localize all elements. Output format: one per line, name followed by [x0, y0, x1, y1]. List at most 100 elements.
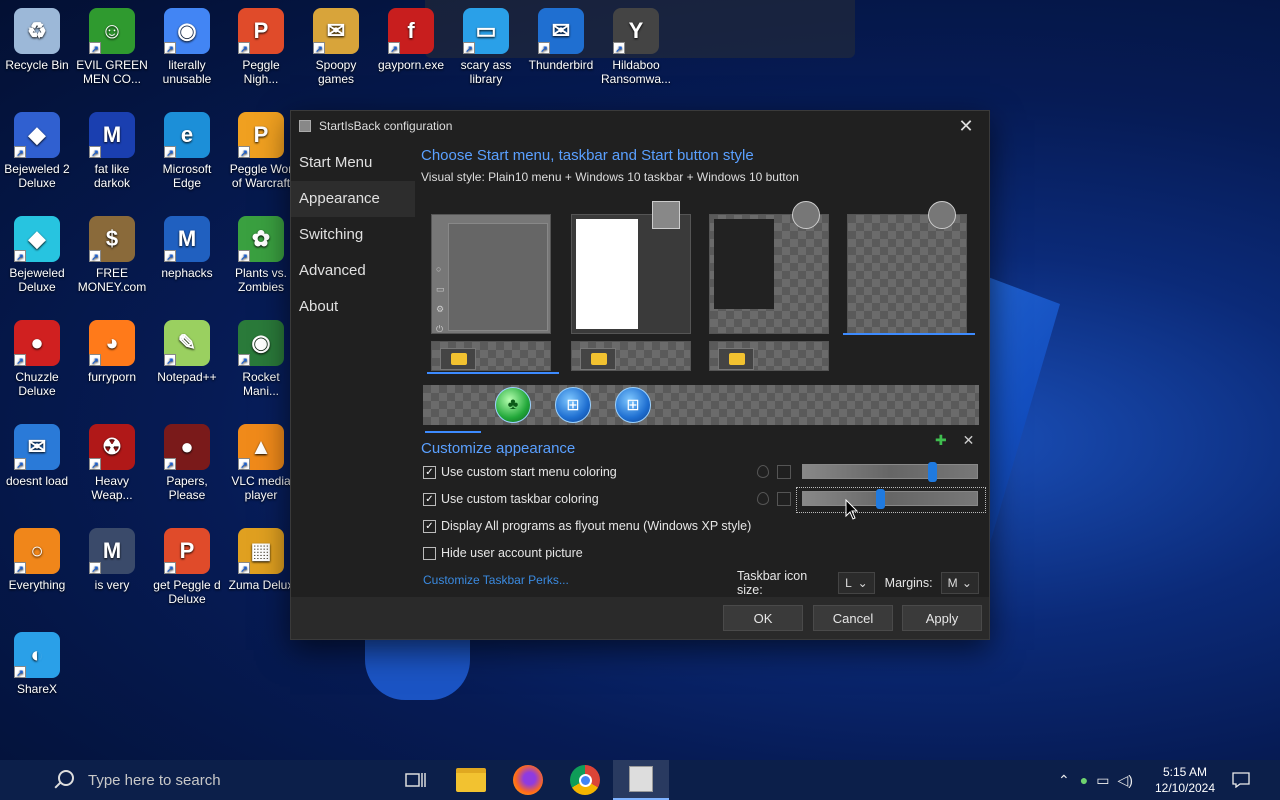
desktop-icon-free-money[interactable]: $ ↗ FREE MONEY.com [75, 216, 149, 294]
desktop-icon-literally-unusable[interactable]: ◉ ↗ literally unusable [150, 8, 224, 86]
desktop-icon-everything[interactable]: ○ ↗ Everything [0, 528, 74, 592]
taskbar-chrome[interactable] [557, 760, 613, 800]
nav-appearance[interactable]: Appearance [291, 181, 415, 217]
show-hidden-icons-chevron-up-icon[interactable]: ⌃ [1058, 772, 1070, 789]
desktop-icon-label: literally unusable [162, 58, 212, 86]
start-orb-custom[interactable]: ♣ [495, 387, 531, 423]
desktop-icon-sharex[interactable]: ◐ ↗ ShareX [0, 632, 74, 696]
ok-button[interactable]: OK [723, 605, 803, 631]
desktop-icon-papers-please[interactable]: ● ↗ Papers, Please [150, 424, 224, 502]
desktop-icon-bejeweled-2[interactable]: ◆ ↗ Bejeweled 2 Deluxe [0, 112, 74, 190]
desktop-icon-nephacks[interactable]: M ↗ nephacks [150, 216, 224, 280]
slider-thumb[interactable] [928, 462, 937, 482]
taskbar-style-windows10[interactable] [431, 341, 551, 371]
checkbox-box[interactable]: ✓ [423, 492, 436, 506]
checkbox-box[interactable]: ✓ [423, 465, 436, 479]
start-menu-opacity-slider[interactable] [802, 462, 978, 482]
taskbar-style-windows8[interactable] [709, 341, 829, 371]
selected-orb-indicator [425, 431, 481, 433]
desktop-icon-peggle-nights[interactable]: P ↗ Peggle Nigh... [224, 8, 298, 86]
shortcut-arrow-icon: ↗ [238, 146, 250, 158]
shortcut-arrow-icon: ↗ [89, 354, 101, 366]
taskbar-clock[interactable]: 5:15 AM 12/10/2024 [1150, 764, 1220, 796]
checkbox-custom-taskbar-coloring[interactable]: ✓ Use custom taskbar coloring [423, 492, 599, 506]
fat-like-darkok-icon: M ↗ [89, 112, 135, 158]
cancel-button[interactable]: Cancel [813, 605, 893, 631]
checkbox-box[interactable]: ✓ [423, 519, 436, 533]
desktop-icon-evil-green-men[interactable]: ☺ ↗ EVIL GREEN MEN CO... [75, 8, 149, 86]
desktop-icon-zuma-deluxe[interactable]: ▦ ↗ Zuma Delux [224, 528, 298, 592]
section-title: Choose Start menu, taskbar and Start but… [421, 147, 754, 164]
desktop-icon-microsoft-edge[interactable]: e ↗ Microsoft Edge [150, 112, 224, 190]
close-button[interactable]: ✕ [943, 111, 989, 141]
desktop-icon-fat-like-darkok[interactable]: M ↗ fat like darkok [75, 112, 149, 190]
search-icon [58, 770, 74, 786]
desktop-icon-recycle-bin[interactable]: ♻ Recycle Bin [0, 8, 74, 72]
people-icon[interactable]: ● [1080, 772, 1088, 788]
taskbar-icon-size-select[interactable]: L ⌄ [838, 572, 875, 594]
nav-start-menu[interactable]: Start Menu [291, 145, 415, 181]
taskbar-startisback-config[interactable] [613, 760, 669, 800]
desktop-icon-label: fat like darkok [93, 162, 131, 190]
desktop-icon-plants-vs-zombies[interactable]: ✿ ↗ Plants vs. Zombies [224, 216, 298, 294]
color-swatch[interactable] [777, 492, 791, 506]
desktop-icon-thunderbird[interactable]: ✉ ↗ Thunderbird [524, 8, 598, 72]
desktop-icon-get-peggle-deluxe[interactable]: P ↗ get Peggle d Deluxe [150, 528, 224, 606]
startisback-config-dialog: StartIsBack configuration ✕ Start Menu A… [290, 110, 990, 640]
desktop-icon-is-very[interactable]: M ↗ is very [75, 528, 149, 592]
add-orb-icon[interactable]: ✚ [935, 432, 947, 448]
desktop-icon-peggle-wow[interactable]: P ↗ Peggle Wor of Warcraft [224, 112, 298, 190]
style-thumb-plain10[interactable]: ○ ▭ ⚙ ⏻ [431, 214, 551, 334]
desktop-icon-rocket-mania[interactable]: ◉ ↗ Rocket Mani... [224, 320, 298, 398]
desktop-icon-vlc[interactable]: ▲ ↗ VLC media player [224, 424, 298, 502]
volume-icon[interactable]: ◁) [1117, 772, 1132, 789]
desktop-icon-gayporn-exe[interactable]: f ↗ gayporn.exe [374, 8, 448, 72]
action-center-button[interactable] [1232, 760, 1250, 800]
shortcut-arrow-icon: ↗ [14, 354, 26, 366]
customize-taskbar-perks-link[interactable]: Customize Taskbar Perks... [423, 573, 569, 587]
color-swatch[interactable] [777, 465, 791, 479]
task-view-button[interactable] [388, 760, 444, 800]
desktop-icon-label: VLC media player [231, 474, 291, 502]
shortcut-arrow-icon: ↗ [164, 458, 176, 470]
nav-switching[interactable]: Switching [291, 217, 415, 253]
color-drop-icon[interactable] [757, 465, 769, 478]
desktop-icon-chuzzle[interactable]: ● ↗ Chuzzle Deluxe [0, 320, 74, 398]
checkbox-box[interactable] [423, 546, 436, 560]
remove-orb-icon[interactable]: ✕ [963, 432, 975, 448]
shortcut-arrow-icon: ↗ [164, 562, 176, 574]
color-drop-icon[interactable] [757, 492, 769, 505]
desktop-icon-bejeweled-deluxe[interactable]: ◆ ↗ Bejeweled Deluxe [0, 216, 74, 294]
desktop-icon-label: Bejeweled 2 Deluxe [4, 162, 70, 190]
taskbar-file-explorer[interactable] [443, 760, 499, 800]
notification-icon [1232, 772, 1250, 788]
scary-ass-library-icon: ▭ ↗ [463, 8, 509, 54]
zuma-deluxe-icon: ▦ ↗ [238, 528, 284, 574]
style-thumb-windows8[interactable] [709, 201, 829, 334]
desktop-icon-label: Bejeweled Deluxe [9, 266, 65, 294]
nav-advanced[interactable]: Advanced [291, 253, 415, 289]
apply-button[interactable]: Apply [902, 605, 982, 631]
desktop-icon-doesnt-load[interactable]: ✉ ↗ doesnt load [0, 424, 74, 488]
taskbar-search[interactable]: Type here to search [0, 760, 355, 800]
network-icon[interactable]: ▭ [1096, 772, 1109, 789]
desktop-icon-hildaboo-ransomware[interactable]: Y ↗ Hildaboo Ransomwa... [599, 8, 673, 86]
taskbar-firefox[interactable] [500, 760, 556, 800]
checkbox-flyout-menu[interactable]: ✓ Display All programs as flyout menu (W… [423, 519, 751, 533]
taskbar-style-windows7[interactable] [571, 341, 691, 371]
dialog-footer: OK Cancel Apply [291, 597, 989, 639]
checkbox-hide-user-picture[interactable]: Hide user account picture [423, 546, 583, 560]
desktop-icon-label: Heavy Weap... [91, 474, 133, 502]
desktop-icon-heavy-weapon[interactable]: ☢ ↗ Heavy Weap... [75, 424, 149, 502]
desktop-icon-scary-ass-library[interactable]: ▭ ↗ scary ass library [449, 8, 523, 86]
style-thumb-windows7[interactable] [571, 201, 691, 334]
checkbox-custom-start-coloring[interactable]: ✓ Use custom start menu coloring [423, 465, 617, 479]
desktop-icon-notepad-plus-plus[interactable]: ✎ ↗ Notepad++ [150, 320, 224, 384]
style-thumb-windows10[interactable] [847, 201, 967, 334]
start-orb-windows7[interactable]: ⊞ [555, 387, 591, 423]
start-orb-windows10[interactable]: ⊞ [615, 387, 651, 423]
desktop-icon-spoopy-games[interactable]: ✉ ↗ Spoopy games [299, 8, 373, 86]
margins-select[interactable]: M ⌄ [940, 572, 979, 594]
desktop-icon-furryporn[interactable]: ◕ ↗ furryporn [75, 320, 149, 384]
nav-about[interactable]: About [291, 289, 415, 325]
